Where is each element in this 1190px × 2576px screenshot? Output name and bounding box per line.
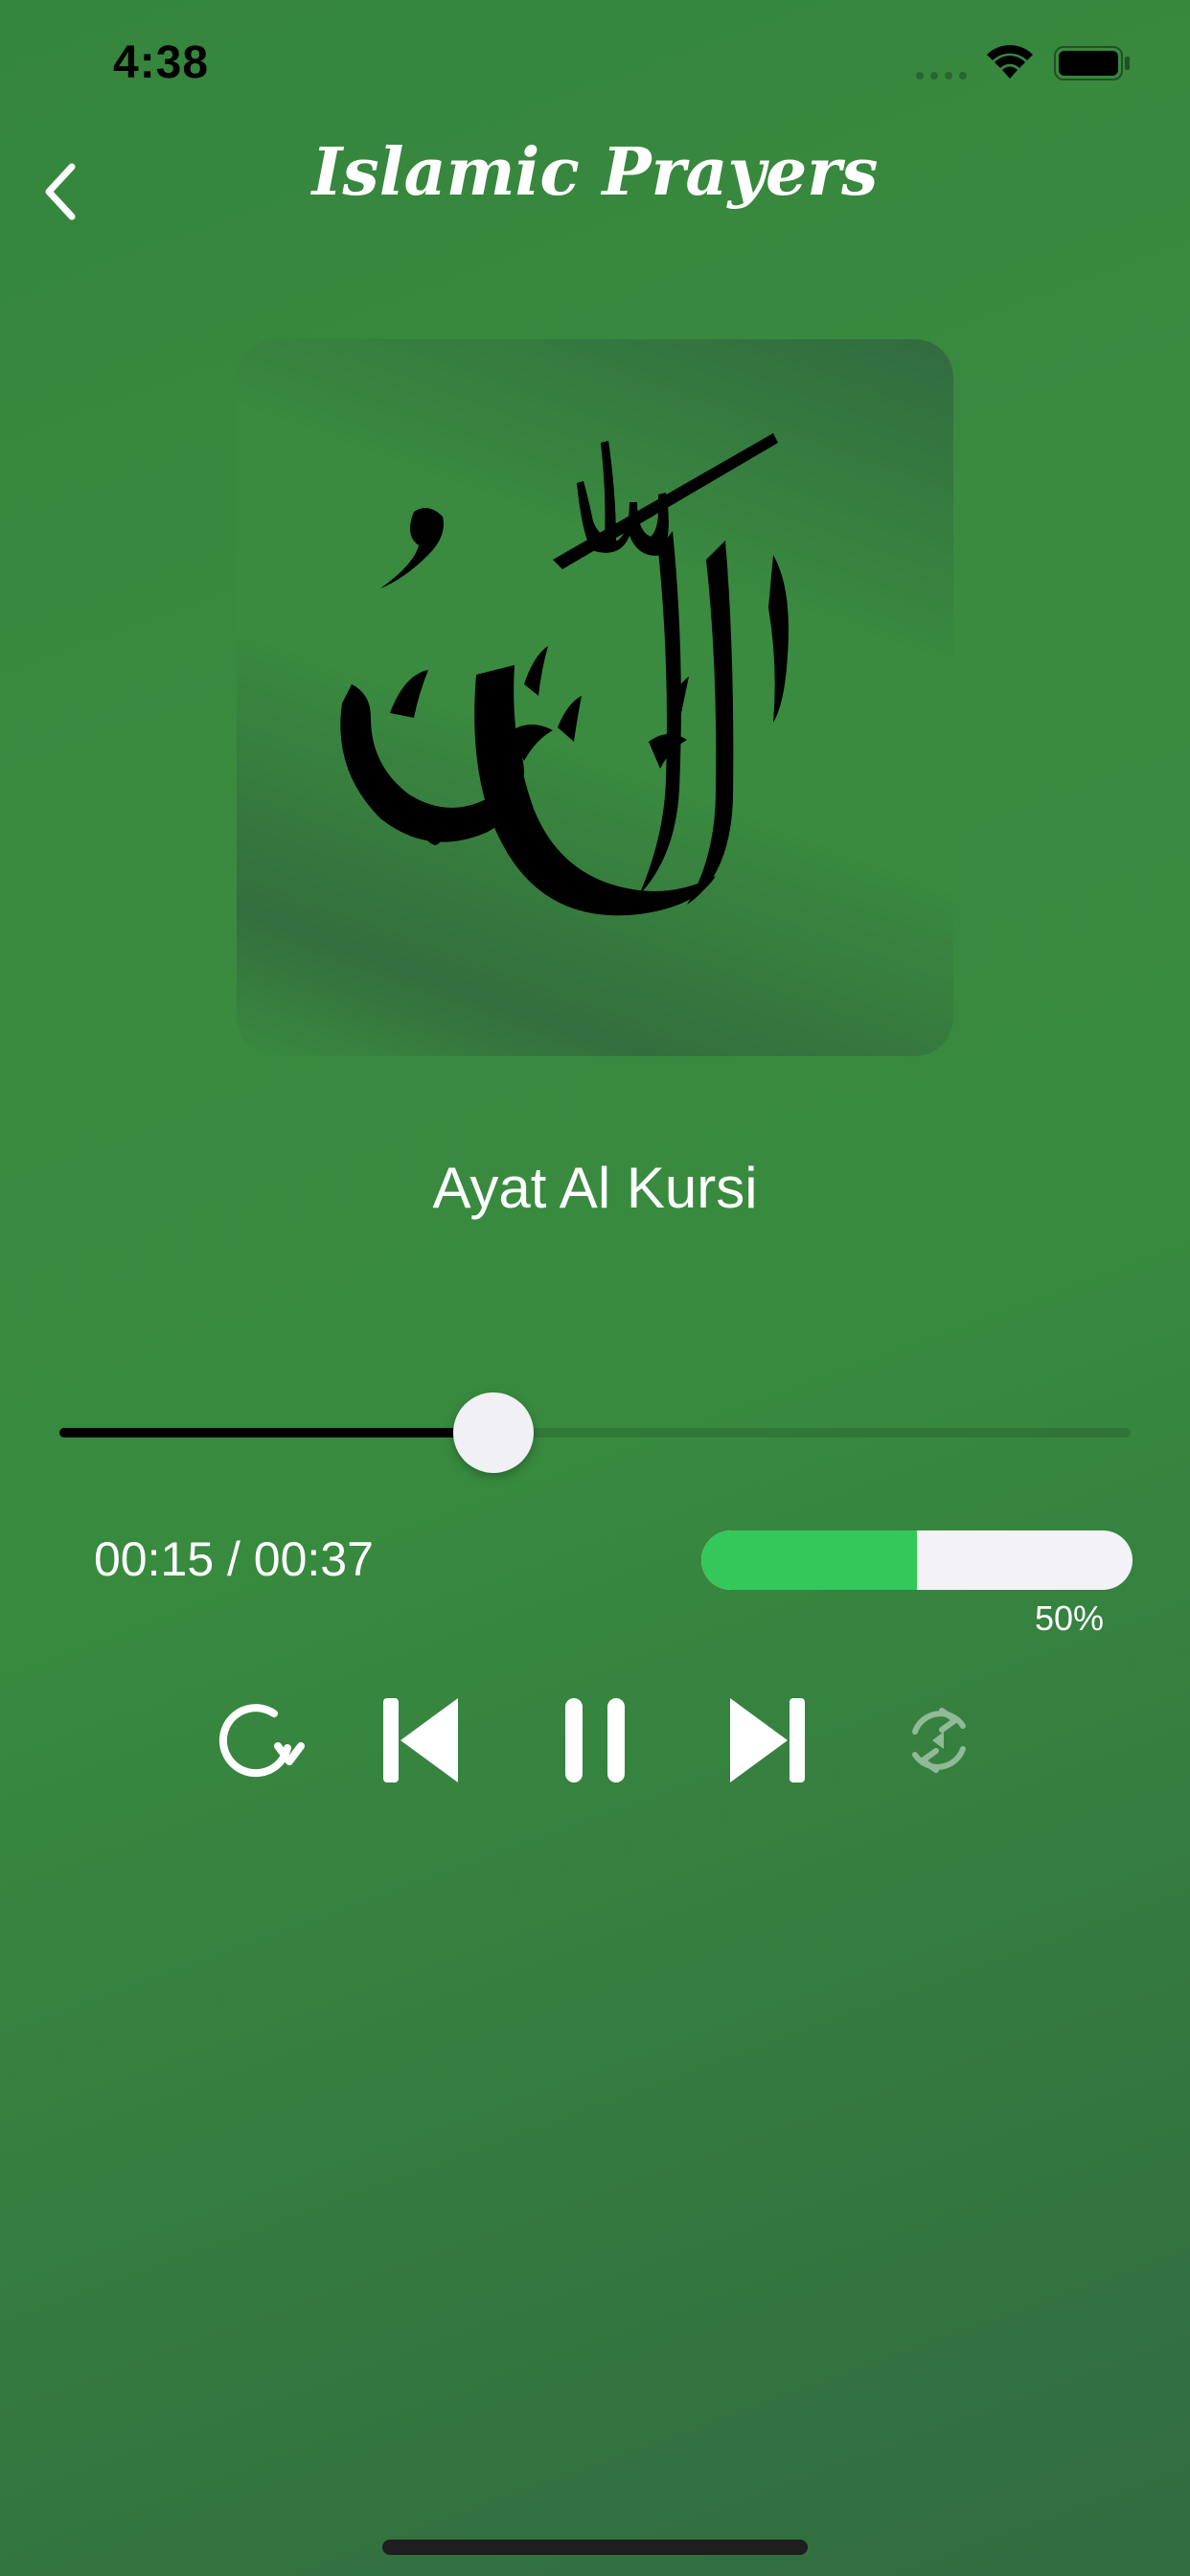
track-title: Ayat Al Kursi [432,1156,758,1220]
skip-previous-icon [383,1698,458,1782]
repeat-shuffle-button[interactable] [885,1687,993,1794]
wifi-icon [987,45,1033,79]
scrubber-thumb[interactable] [453,1392,534,1473]
replay-icon [218,1704,305,1778]
navigation-bar: Islamic Prayers [0,125,1190,259]
next-button[interactable] [713,1687,820,1794]
pause-icon [565,1698,625,1782]
scrubber-progress-fill [59,1428,493,1438]
playback-controls [0,1687,1190,1794]
battery-icon [1054,46,1130,80]
volume-percent-label: 50% [1034,1598,1104,1638]
volume-fill [701,1530,917,1590]
volume-bar[interactable] [701,1530,1133,1590]
home-indicator[interactable] [382,2540,808,2555]
skip-next-icon [730,1698,805,1782]
album-artwork [237,339,953,1056]
time-elapsed-duration: 00:15 / 00:37 [94,1532,374,1586]
status-bar: 4:38 [0,0,1190,125]
status-time: 4:38 [113,37,210,88]
page-title: Islamic Prayers [311,134,879,211]
previous-button[interactable] [368,1687,475,1794]
cellular-dots-icon [916,72,967,80]
playback-scrubber[interactable] [59,1387,1131,1479]
shuffle-repeat-icon [912,1708,966,1773]
allah-calligraphy-icon [340,433,789,916]
replay-button[interactable] [203,1687,310,1794]
pause-button[interactable] [541,1687,649,1794]
